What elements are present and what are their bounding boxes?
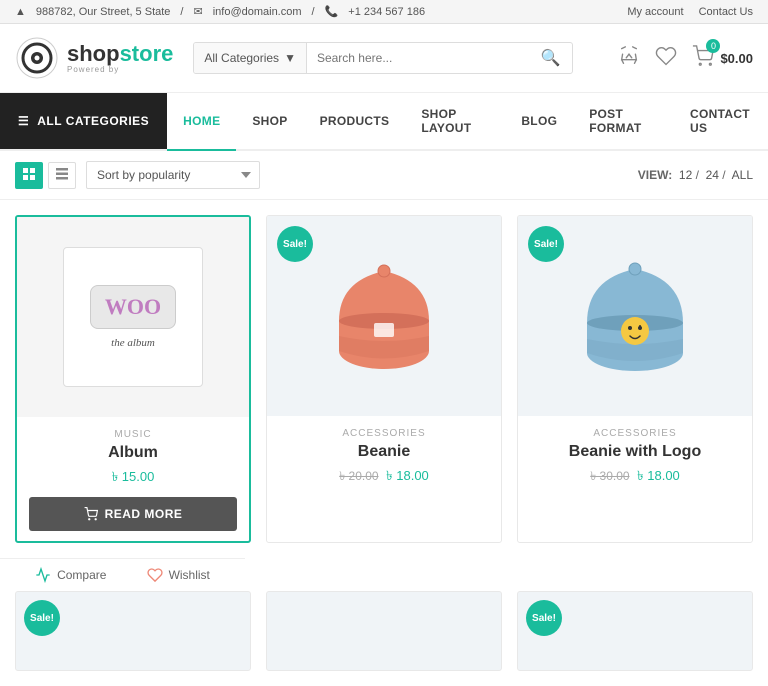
nav-item-shop[interactable]: SHOP	[236, 93, 303, 151]
search-bar: All Categories ▼ 🔍	[193, 42, 573, 74]
product-name-beanie: Beanie	[279, 443, 489, 461]
partial-sale-3: Sale!	[526, 600, 562, 636]
all-categories-button[interactable]: ☰ ALL CATEGORIES	[0, 93, 167, 149]
product-info-beanie: ACCESSORIES Beanie ৳ 20.00 ৳ 18.00	[267, 416, 501, 506]
view-12-link[interactable]: 12	[679, 168, 692, 182]
bottom-actions: Compare Wishlist	[0, 558, 245, 591]
sort-select[interactable]: Sort by popularity Sort by newness Sort …	[86, 161, 260, 189]
nav-item-contact-us[interactable]: CONTACT US	[674, 93, 768, 151]
logo[interactable]: shopstore Powered by	[15, 36, 173, 80]
top-bar: ▲ 988782, Our Street, 5 State / ✉ info@d…	[0, 0, 768, 24]
nav-item-blog[interactable]: BLOG	[505, 93, 573, 151]
logo-text: shopstore Powered by	[67, 43, 173, 74]
sale-badge-beanie-logo: Sale!	[528, 226, 564, 262]
compare-label: Compare	[57, 568, 106, 582]
current-price-beanie-logo: ৳ 18.00	[637, 468, 680, 483]
product-price-beanie-logo: ৳ 30.00 ৳ 18.00	[530, 467, 740, 488]
cart-amount: $0.00	[720, 51, 753, 66]
old-price-beanie: ৳ 20.00	[339, 469, 378, 483]
chevron-down-icon: ▼	[284, 51, 296, 65]
current-price-beanie: ৳ 18.00	[386, 468, 429, 483]
email-link[interactable]: info@domain.com	[213, 6, 302, 18]
products-toolbar: Sort by popularity Sort by newness Sort …	[0, 151, 768, 200]
recycle-icon[interactable]	[618, 45, 640, 72]
view-24-link[interactable]: 24	[706, 168, 719, 182]
cart-badge: 0	[706, 39, 720, 53]
view-label: VIEW:	[638, 168, 672, 182]
grid-view-button[interactable]	[15, 162, 43, 189]
product-image-beanie: Sale!	[267, 216, 501, 416]
old-price-beanie-logo: ৳ 30.00	[590, 469, 629, 483]
nav-item-home[interactable]: HOME	[167, 93, 236, 151]
compare-button[interactable]: Compare	[35, 567, 106, 583]
product-info-album: MUSIC Album ৳ 15.00 READ MORE	[17, 417, 249, 541]
navigation: ☰ ALL CATEGORIES HOME SHOP PRODUCTS SHOP…	[0, 93, 768, 151]
divider: /	[180, 6, 183, 18]
nav-links: HOME SHOP PRODUCTS SHOP LAYOUT BLOG POST…	[167, 93, 768, 149]
wishlist-button[interactable]: Wishlist	[147, 567, 210, 583]
all-categories-label: ALL CATEGORIES	[37, 114, 149, 128]
product-name-album: Album	[29, 444, 237, 462]
product-category-beanie-logo: ACCESSORIES	[530, 428, 740, 439]
nav-item-shop-layout[interactable]: SHOP LAYOUT	[405, 93, 505, 151]
view-all-link[interactable]: ALL	[732, 168, 753, 182]
phone: +1 234 567 186	[348, 6, 425, 18]
read-more-button-album[interactable]: READ MORE	[29, 497, 237, 531]
search-category-dropdown[interactable]: All Categories ▼	[194, 43, 307, 73]
view-count: VIEW: 12 / 24 / ALL	[638, 168, 753, 182]
search-button[interactable]: 🔍	[528, 43, 572, 73]
nav-item-post-format[interactable]: POST FORMAT	[573, 93, 674, 151]
product-price-album: ৳ 15.00	[29, 468, 237, 489]
beanie-orange-illustration	[324, 251, 444, 381]
products-second-row-partial: Sale! Sale!	[0, 591, 768, 686]
partial-sale-1: Sale!	[24, 600, 60, 636]
top-bar-right: My account Contact Us	[627, 6, 753, 18]
my-account-link[interactable]: My account	[627, 6, 683, 18]
product-price-beanie: ৳ 20.00 ৳ 18.00	[279, 467, 489, 488]
products-grid: WOO the album MUSIC Album ৳ 15.00 READ M…	[0, 200, 768, 558]
address: 988782, Our Street, 5 State	[36, 6, 171, 18]
product-category-beanie: ACCESSORIES	[279, 428, 489, 439]
top-bar-left: ▲ 988782, Our Street, 5 State / ✉ info@d…	[15, 5, 425, 18]
partial-card-2	[266, 591, 502, 671]
wishlist-label: Wishlist	[169, 568, 210, 582]
cart-add-icon	[84, 507, 98, 521]
beanie-blue-illustration	[570, 251, 700, 381]
product-image-beanie-logo: Sale!	[518, 216, 752, 416]
wishlist-icon[interactable]	[655, 45, 677, 72]
search-input[interactable]	[307, 43, 528, 73]
woo-label: WOO	[90, 285, 176, 329]
sale-badge-beanie: Sale!	[277, 226, 313, 262]
compare-icon	[35, 567, 51, 583]
partial-card-3: Sale!	[517, 591, 753, 671]
woo-sub: the album	[111, 337, 155, 349]
product-card-beanie: Sale! ACCESSORIES Beanie ৳ 20.00 ৳ 18.00	[266, 215, 502, 543]
product-name-beanie-logo: Beanie with Logo	[530, 443, 740, 461]
partial-card-1: Sale!	[15, 591, 251, 671]
phone-icon: 📞	[325, 5, 339, 18]
contact-us-link[interactable]: Contact Us	[699, 6, 753, 18]
read-more-label: READ MORE	[105, 507, 183, 521]
woo-illustration: WOO the album	[63, 247, 203, 387]
product-card-album: WOO the album MUSIC Album ৳ 15.00 READ M…	[15, 215, 251, 543]
product-info-beanie-logo: ACCESSORIES Beanie with Logo ৳ 30.00 ৳ 1…	[518, 416, 752, 506]
divider2: /	[312, 6, 315, 18]
header-icons: 0 $0.00	[618, 45, 753, 72]
logo-icon	[15, 36, 59, 80]
view-toggle	[15, 162, 76, 189]
product-card-beanie-logo: Sale! ACCESSORIES Beanie with Logo ৳ 30.…	[517, 215, 753, 543]
location-icon: ▲	[15, 6, 26, 18]
product-image-album: WOO the album	[17, 217, 249, 417]
search-category-label: All Categories	[204, 51, 279, 65]
product-category-album: MUSIC	[29, 429, 237, 440]
cart-icon[interactable]: 0 $0.00	[692, 45, 753, 72]
header: shopstore Powered by All Categories ▼ 🔍	[0, 24, 768, 93]
heart-icon	[147, 567, 163, 583]
logo-sub: Powered by	[67, 65, 173, 74]
email-icon: ✉	[193, 5, 202, 18]
logo-name: shopstore	[67, 43, 173, 65]
nav-item-products[interactable]: PRODUCTS	[304, 93, 406, 151]
list-view-button[interactable]	[48, 162, 76, 189]
hamburger-icon: ☰	[18, 114, 29, 128]
